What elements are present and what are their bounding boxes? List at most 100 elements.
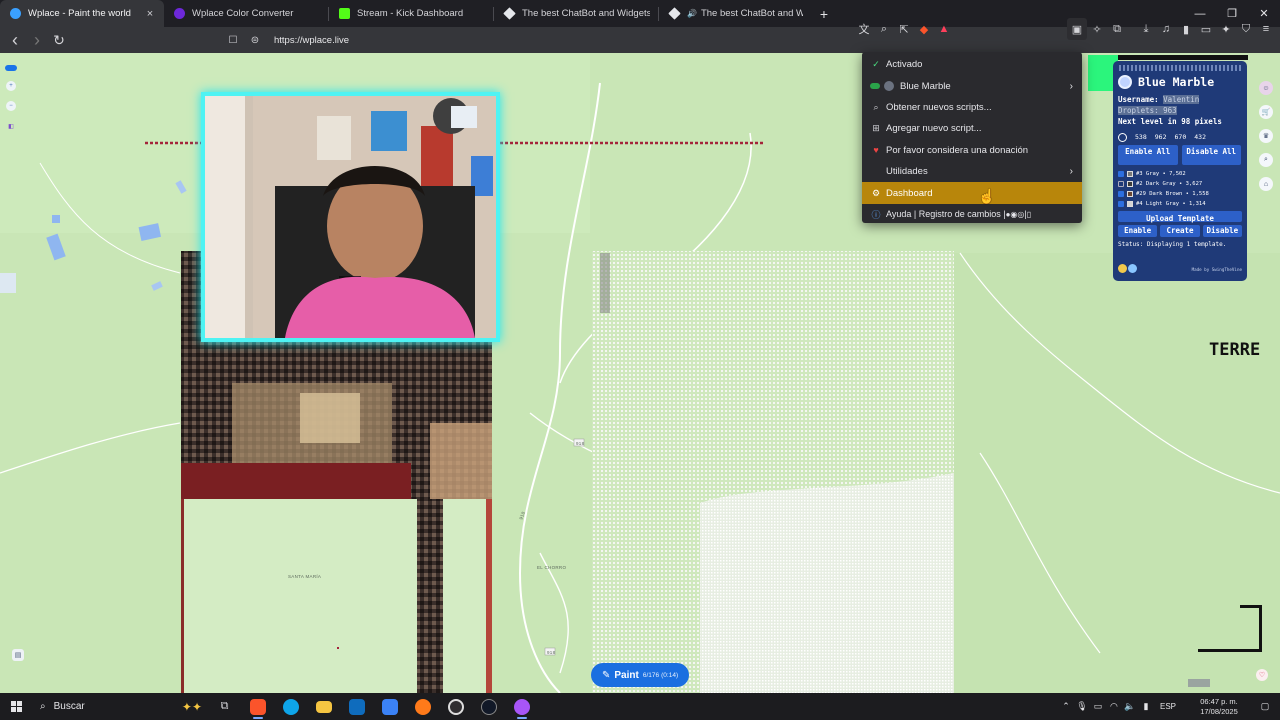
bookmark-icon[interactable]: ☐	[222, 29, 244, 51]
menu-item-add-script[interactable]: ⊞ Agregar nuevo script...	[862, 118, 1082, 139]
zoom-out-icon[interactable]: −	[6, 101, 16, 111]
taskbar-firefox[interactable]	[406, 693, 439, 720]
taskbar-brave[interactable]	[241, 693, 274, 720]
download-icon[interactable]: ⤓	[1136, 18, 1156, 40]
network-icon[interactable]: ▭	[1090, 701, 1106, 712]
list-item[interactable]: #3 Gray • 7,502	[1118, 169, 1235, 179]
taskbar-search[interactable]: ⌕ Buscar ✦✦	[32, 696, 208, 718]
upload-template-button[interactable]: Upload Template	[1118, 211, 1242, 223]
minimize-panel-icon[interactable]	[1118, 264, 1127, 273]
brave-rewards-icon[interactable]: ▲	[934, 18, 954, 40]
task-view-button[interactable]: ⧉	[208, 693, 241, 720]
palette-icon[interactable]: ◧	[6, 121, 16, 131]
enable-button[interactable]: Enable	[1118, 225, 1158, 237]
discord-icon[interactable]: ◉	[1010, 210, 1017, 219]
list-item[interactable]: #4 Light Gray • 1,314	[1118, 199, 1235, 209]
instagram-icon[interactable]: ◎	[1017, 210, 1024, 219]
menu-icon[interactable]: ≡	[1256, 18, 1276, 40]
tab-chatbot-1[interactable]: The best ChatBot and Widgets for Ki	[494, 0, 658, 27]
wifi-icon[interactable]: ◠	[1106, 701, 1122, 712]
script-toggle-icon[interactable]	[870, 83, 880, 90]
streamer-webcam-overlay	[201, 92, 500, 342]
brush-icon: ✎	[602, 669, 611, 681]
menu-item-get-scripts[interactable]: ⌕ Obtener nuevos scripts...	[862, 97, 1082, 118]
create-button[interactable]: Create	[1160, 225, 1200, 237]
sidebar-icon[interactable]: ▮	[1176, 18, 1196, 40]
back-button[interactable]: ‹	[4, 29, 26, 51]
wallet-icon[interactable]: ▭	[1196, 18, 1216, 40]
battery-icon[interactable]: ▮	[1138, 701, 1154, 712]
extensions-icon[interactable]: ✧	[1087, 18, 1107, 40]
checkbox[interactable]	[1118, 191, 1124, 197]
store-icon[interactable]: 🛒	[1259, 105, 1273, 119]
search-icon: ⌕	[873, 101, 879, 112]
menu-item-help[interactable]: ⓘ Ayuda | Registro de cambios | ● ◉ ◎ | …	[862, 204, 1082, 225]
checkbox[interactable]	[1118, 181, 1124, 187]
notifications-icon[interactable]: ▢	[1250, 701, 1280, 712]
task-view-icon: ⧉	[220, 700, 229, 712]
brave-shields-icon[interactable]: ◆	[914, 18, 934, 40]
tab-color-converter[interactable]: Wplace Color Converter	[164, 0, 328, 27]
paint-button[interactable]: ✎ Paint 6/176 (0:14)	[591, 663, 689, 687]
menu-item-dashboard[interactable]: ⚙ Dashboard	[862, 182, 1082, 204]
menu-item-blue-marble[interactable]: Blue Marble ›	[862, 75, 1082, 96]
chevron-up-icon[interactable]: ⌃	[1058, 701, 1074, 712]
share-icon[interactable]: ⇱	[894, 18, 914, 40]
info-map-icon[interactable]: ⌂	[1259, 177, 1273, 191]
taskbar-explorer[interactable]	[307, 693, 340, 720]
menu-item-activado[interactable]: ✓ Activado	[862, 54, 1082, 75]
taskbar-obs[interactable]	[439, 693, 472, 720]
taskbar-store[interactable]	[373, 693, 406, 720]
tampermonkey-icon[interactable]: ▣	[1067, 18, 1087, 40]
taskbar-streamer-app[interactable]	[472, 693, 505, 720]
speaker-icon[interactable]: 🔊	[687, 9, 697, 18]
leo-ai-icon[interactable]: ✦	[1216, 18, 1236, 40]
taskbar-chrome[interactable]	[505, 693, 538, 720]
start-button[interactable]	[0, 701, 32, 712]
disable-button[interactable]: Disable	[1202, 225, 1242, 237]
user-avatar-icon[interactable]: ☺	[1259, 81, 1273, 95]
time: 06:47 p. m.	[1200, 696, 1238, 706]
leaderboard-icon[interactable]: ♛	[1259, 129, 1273, 143]
tab-kick-dashboard[interactable]: Stream - Kick Dashboard	[329, 0, 493, 27]
checkbox[interactable]	[1118, 201, 1124, 207]
disable-all-button[interactable]: Disable All	[1181, 145, 1241, 165]
zoom-icon[interactable]: ⌕	[874, 18, 894, 40]
wplace-map-canvas[interactable]: SANTA MARÍA EL CHORRO 918 918 918 + − ◧ …	[0, 53, 1280, 693]
search-map-icon[interactable]: ⌕	[1259, 153, 1273, 167]
translate-icon[interactable]: 文	[854, 18, 874, 40]
enable-all-button[interactable]: Enable All	[1118, 145, 1178, 165]
vpn-icon[interactable]: ⛉	[1236, 18, 1256, 40]
volume-icon[interactable]: 🔈	[1122, 701, 1138, 712]
tab-chatbot-2[interactable]: 🔊 The best ChatBot and Widgets fo	[659, 0, 811, 27]
blue-marble-logo-icon	[1118, 75, 1132, 89]
forward-button[interactable]: ›	[26, 29, 48, 51]
taskbar-edge[interactable]	[274, 693, 307, 720]
tab-wplace[interactable]: Wplace - Paint the world ×	[0, 0, 164, 27]
language-indicator[interactable]: ESP	[1160, 702, 1176, 711]
screenshot-icon[interactable]: ⧉	[1107, 18, 1127, 40]
media-icon[interactable]: ♫	[1156, 18, 1176, 40]
menu-item-donation[interactable]: ♥ Por favor considera una donación	[862, 140, 1082, 161]
zoom-slider-handle[interactable]	[5, 65, 17, 71]
layers-icon[interactable]: ▤	[12, 649, 24, 661]
map-background	[0, 53, 1280, 693]
taskbar-outlook[interactable]	[340, 693, 373, 720]
tab-close-icon[interactable]: ×	[144, 8, 156, 20]
drag-handle[interactable]	[1119, 65, 1241, 71]
url-text[interactable]: https://wplace.live	[274, 35, 349, 46]
clipboard-icon[interactable]: ▯	[1027, 210, 1031, 219]
list-item[interactable]: #29 Dark Brown • 1,558	[1118, 189, 1235, 199]
settings-panel-icon[interactable]	[1128, 264, 1137, 273]
menu-item-utilidades[interactable]: Utilidades ›	[862, 161, 1082, 182]
zoom-in-icon[interactable]: +	[6, 81, 16, 91]
clock[interactable]: 06:47 p. m. 17/08/2025	[1188, 697, 1250, 717]
site-info-icon[interactable]: ⊜	[244, 29, 266, 51]
favorite-icon[interactable]: ♡	[1256, 669, 1268, 681]
new-tab-button[interactable]: +	[811, 6, 837, 22]
checkbox[interactable]	[1118, 171, 1124, 177]
list-item[interactable]: #2 Dark Gray • 3,627	[1118, 179, 1235, 189]
pin-icon[interactable]	[1118, 132, 1127, 142]
microphone-icon[interactable]: 🎙	[1074, 701, 1090, 712]
reload-button[interactable]: ↻	[48, 29, 70, 51]
